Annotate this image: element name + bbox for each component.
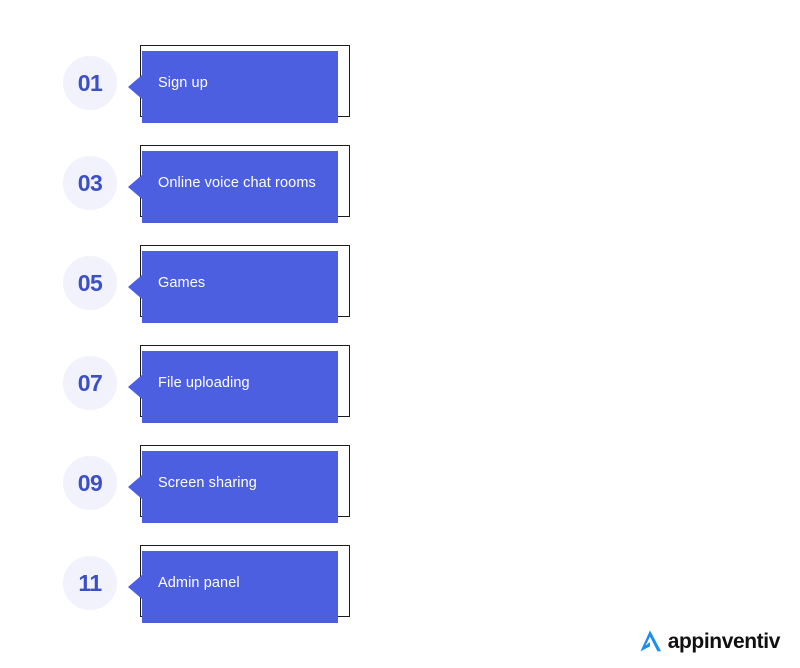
- feature-number: 11: [78, 569, 102, 596]
- feature-item-11: 11 Admin panel: [0, 540, 400, 640]
- feature-item-10: 10 Push notification: [400, 440, 800, 540]
- feature-number-badge: 07: [63, 356, 117, 410]
- feature-grid: 01 Sign up 02 Feed: [0, 40, 800, 640]
- feature-item-05: 05 Games: [0, 240, 400, 340]
- feature-label: Games: [158, 275, 206, 292]
- feature-number-badge: 11: [63, 556, 117, 610]
- feature-item-07: 07 File uploading: [0, 340, 400, 440]
- feature-number: 07: [77, 369, 103, 396]
- feature-banner: Online voice chat rooms: [128, 145, 350, 225]
- feature-row: 11 Admin panel: [0, 540, 800, 640]
- feature-row: 05 Games 06 Virtual gift: [0, 240, 800, 340]
- feature-item-06: 06 Virtual gift: [400, 240, 800, 340]
- feature-banner: Games: [128, 245, 350, 325]
- feature-number: 09: [77, 469, 103, 496]
- appinventiv-logo-mark: [640, 630, 661, 652]
- feature-number: 01: [77, 69, 103, 96]
- feature-item-01: 01 Sign up: [0, 40, 400, 140]
- feature-banner: Admin panel: [128, 545, 350, 625]
- feature-item-08: 08 Basic engagement facility: [400, 340, 800, 440]
- feature-banner: Screen sharing: [128, 445, 350, 525]
- feature-row: 01 Sign up 02 Feed: [0, 40, 800, 140]
- feature-number-badge: 05: [63, 256, 117, 310]
- feature-row: 09 Screen sharing 10 Push notification: [0, 440, 800, 540]
- feature-number-badge: 03: [63, 156, 117, 210]
- feature-banner: File uploading: [128, 345, 350, 425]
- feature-number: 03: [77, 169, 103, 196]
- feature-row: 03 Online voice chat rooms 04 One-on-one…: [0, 140, 800, 240]
- appinventiv-logo: appinventiv: [637, 628, 780, 654]
- feature-item-02: 02 Feed: [400, 40, 800, 140]
- feature-number-badge: 09: [63, 456, 117, 510]
- feature-list-infographic: 01 Sign up 02 Feed: [0, 0, 800, 668]
- feature-banner: Sign up: [128, 45, 350, 125]
- feature-item-03: 03 Online voice chat rooms: [0, 140, 400, 240]
- feature-number-badge: 01: [63, 56, 117, 110]
- feature-item-04: 04 One-on-one text and voice chat: [400, 140, 800, 240]
- feature-label: Screen sharing: [158, 475, 257, 492]
- feature-item-09: 09 Screen sharing: [0, 440, 400, 540]
- feature-number: 05: [77, 269, 103, 296]
- feature-label: Sign up: [158, 75, 208, 92]
- appinventiv-logo-text: appinventiv: [667, 629, 781, 653]
- feature-label: Online voice chat rooms: [158, 175, 316, 192]
- feature-label: Admin panel: [158, 575, 240, 592]
- feature-row: 07 File uploading 08 Basic engagement fa…: [0, 340, 800, 440]
- feature-label: File uploading: [158, 375, 250, 392]
